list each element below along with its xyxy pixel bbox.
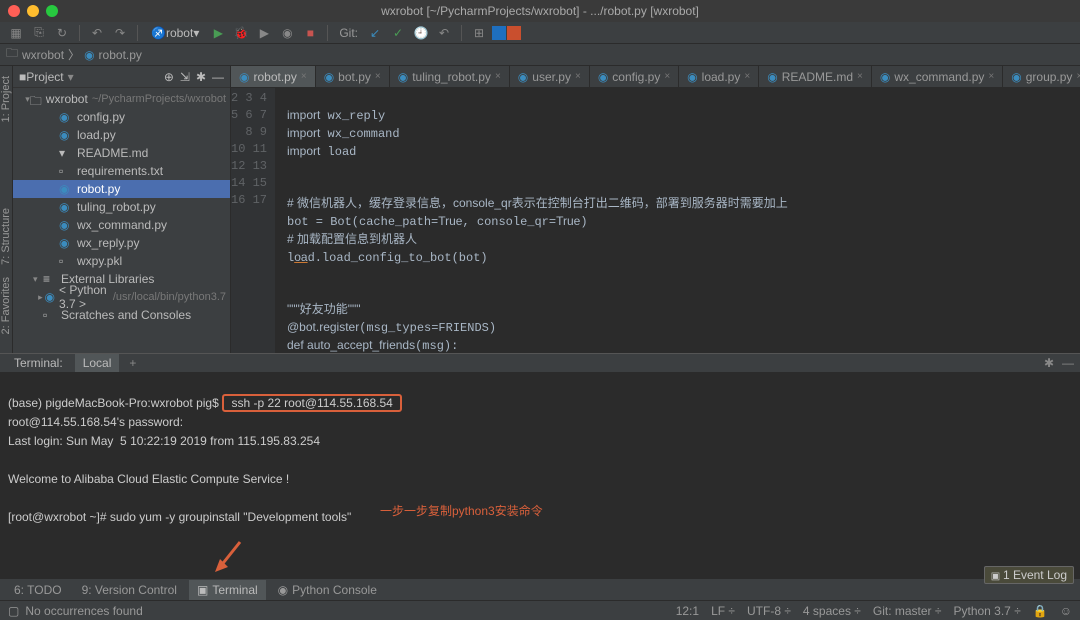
git-commit-icon[interactable]: ✓ [388,23,408,43]
project-tool-button[interactable]: 1: Project [0,76,12,122]
project-tree[interactable]: ▾🗀wxrobot~/PycharmProjects/wxrobot◉confi… [13,88,230,353]
terminal-prompt: [root@wxrobot ~]# [8,510,110,524]
redo-icon[interactable]: ↷ [110,23,130,43]
terminal-header: Terminal: Local + ✱ — [0,354,1080,372]
terminal-command: sudo yum -y groupinstall "Development to… [110,510,351,524]
editor-tab[interactable]: ◉robot.py× [231,66,316,88]
terminal-line: Welcome to Alibaba Cloud Elastic Compute… [8,472,289,486]
profile-icon[interactable]: ◉ [277,23,297,43]
tree-item[interactable]: ▸◉< Python 3.7 >/usr/local/bin/python3.7 [13,288,230,306]
tree-item[interactable]: ▾README.md [13,144,230,162]
editor-tab[interactable]: ◉user.py× [510,66,590,88]
toolbar-refresh-icon[interactable]: ↻ [52,23,72,43]
run-icon[interactable]: ▶ [208,23,228,43]
status-line-separator[interactable]: LF ÷ [711,604,735,618]
status-inspector-icon[interactable]: ☺ [1060,604,1072,618]
terminal-body[interactable]: (base) pigdeMacBook-Pro:wxrobot pig$ ssh… [0,372,1080,585]
sidebar-title: Project [26,70,63,84]
tree-item[interactable]: ◉config.py [13,108,230,126]
code-content[interactable]: import wx_reply import wx_command import… [275,88,1080,353]
status-bar: ▢ No occurrences found 12:1 LF ÷ UTF-8 ÷… [0,600,1080,620]
sidebar-target-icon[interactable]: ⊕ [164,70,174,84]
stop-icon[interactable]: ■ [300,23,320,43]
editor-tab[interactable]: ◉group.py× [1003,66,1080,88]
editor-tab[interactable]: ◉bot.py× [316,66,390,88]
tree-item[interactable]: ▫wxpy.pkl [13,252,230,270]
terminal-add-tab[interactable]: + [123,356,142,370]
sidebar-collapse-icon[interactable]: ⇲ [180,70,190,84]
tree-item[interactable]: ▫requirements.txt [13,162,230,180]
ssh-command-highlight: ssh -p 22 root@114.55.168.54 [222,394,402,412]
tree-item[interactable]: ◉wx_command.py [13,216,230,234]
git-revert-icon[interactable]: ↶ [434,23,454,43]
editor-tab[interactable]: ◉wx_command.py× [872,66,1003,88]
terminal-line: root@114.55.168.54's password: [8,415,183,429]
terminal-prompt: (base) pigdeMacBook-Pro:wxrobot pig$ [8,396,222,410]
editor-tab[interactable]: ◉load.py× [679,66,759,88]
window-title: wxrobot [~/PycharmProjects/wxrobot] - ..… [0,4,1080,18]
git-update-icon[interactable]: ↙ [365,23,385,43]
tree-item[interactable]: ▾🗀wxrobot~/PycharmProjects/wxrobot [13,90,230,108]
structure-icon[interactable]: ⊞ [469,23,489,43]
breadcrumb: 🗀 wxrobot 〉 ◉ robot.py [0,44,1080,66]
sidebar-hide-icon[interactable]: — [212,70,224,84]
terminal-tab-local[interactable]: Local [75,354,120,372]
terminal-label: Terminal: [6,354,71,372]
status-encoding[interactable]: UTF-8 ÷ [747,604,791,618]
debug-icon[interactable]: 🐞 [231,23,251,43]
tree-item[interactable]: ◉load.py [13,126,230,144]
status-icon[interactable]: ▢ [8,604,19,618]
run-config-selector[interactable]: ♐ robot ▾ [145,23,205,43]
toolbar-apps[interactable] [492,26,521,40]
annotation-arrow-icon [210,537,250,577]
favorites-tool-button[interactable]: 2: Favorites [0,277,12,334]
titlebar: wxrobot [~/PycharmProjects/wxrobot] - ..… [0,0,1080,22]
structure-tool-button[interactable]: 7: Structure [0,208,12,265]
annotation-text: 一步一步复制python3安装命令 [380,502,543,520]
editor-tab[interactable]: ◉tuling_robot.py× [390,66,510,88]
tree-item[interactable]: ◉robot.py [13,180,230,198]
tree-item[interactable]: ▾≡External Libraries [13,270,230,288]
sidebar-settings-icon[interactable]: ✱ [196,70,206,84]
terminal-hide-icon[interactable]: — [1062,356,1074,370]
status-message: No occurrences found [25,604,142,618]
toolbar-save-icon[interactable]: ⎘ [29,23,49,43]
folder-icon: 🗀 [6,44,18,65]
code-editor[interactable]: 2 3 4 5 6 7 8 9 10 11 12 13 14 15 16 17 … [231,88,1080,353]
left-tool-strip: 1: Project 7: Structure 2: Favorites [0,66,13,353]
git-label: Git: [339,26,358,40]
status-indent[interactable]: 4 spaces ÷ [803,604,861,618]
terminal-panel: Terminal: Local + ✱ — (base) pigdeMacBoo… [0,353,1080,578]
terminal-line: Last login: Sun May 5 10:22:19 2019 from… [8,434,320,448]
status-python[interactable]: Python 3.7 ÷ [953,604,1020,618]
main-toolbar: ▦ ⎘ ↻ ↶ ↷ ♐ robot ▾ ▶ 🐞 ▶ ◉ ■ Git: ↙ ✓ 🕘… [0,22,1080,44]
sidebar-header: ■ Project▾ ⊕ ⇲ ✱ — [13,66,230,88]
editor-tabs: ◉robot.py×◉bot.py×◉tuling_robot.py×◉user… [231,66,1080,88]
coverage-icon[interactable]: ▶ [254,23,274,43]
editor-tab[interactable]: ◉config.py× [590,66,679,88]
breadcrumb-project[interactable]: wxrobot [22,48,64,62]
undo-icon[interactable]: ↶ [87,23,107,43]
tree-item[interactable]: ◉tuling_robot.py [13,198,230,216]
status-git[interactable]: Git: master ÷ [873,604,942,618]
git-history-icon[interactable]: 🕘 [411,23,431,43]
breadcrumb-file[interactable]: robot.py [99,48,142,62]
terminal-settings-icon[interactable]: ✱ [1044,356,1054,370]
status-position[interactable]: 12:1 [676,604,699,618]
python-file-icon: ◉ [84,48,94,62]
toolbar-open-icon[interactable]: ▦ [6,23,26,43]
lock-icon[interactable]: 🔒 [1033,604,1048,618]
line-gutter: 2 3 4 5 6 7 8 9 10 11 12 13 14 15 16 17 [231,88,275,353]
event-log-button[interactable]: ▣ 1 Event Log [984,566,1074,584]
project-sidebar: ■ Project▾ ⊕ ⇲ ✱ — ▾🗀wxrobot~/PycharmPro… [13,66,231,353]
tree-item[interactable]: ◉wx_reply.py [13,234,230,252]
editor-tab[interactable]: ◉README.md× [759,66,872,88]
tree-item[interactable]: ▫Scratches and Consoles [13,306,230,324]
